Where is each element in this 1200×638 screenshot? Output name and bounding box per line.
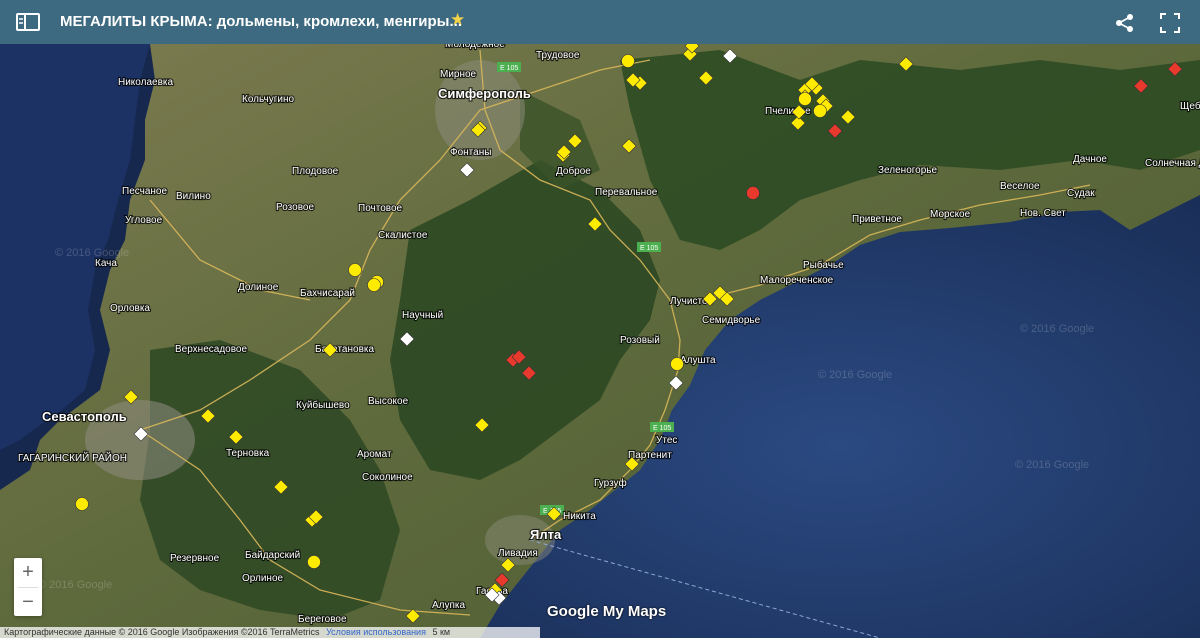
- place-label: Мирное: [440, 69, 477, 80]
- place-label: Розовое: [276, 202, 314, 213]
- marker-yellow-circle[interactable]: [367, 278, 381, 292]
- place-label: Алушта: [680, 355, 716, 366]
- marker-red-circle[interactable]: [746, 186, 760, 200]
- place-label: Соколиное: [362, 472, 413, 483]
- place-label: Терновка: [226, 448, 270, 459]
- share-icon[interactable]: [1114, 12, 1136, 34]
- place-label: Дачное: [1073, 154, 1107, 165]
- place-label: Трудовое: [536, 50, 580, 61]
- place-label: Малореченское: [760, 275, 834, 286]
- marker-yellow-circle[interactable]: [307, 555, 321, 569]
- place-label: Перевальное: [595, 187, 658, 198]
- place-label: Орловка: [110, 303, 150, 314]
- zoom-in-button[interactable]: +: [14, 558, 42, 587]
- marker-yellow-circle[interactable]: [621, 54, 635, 68]
- place-label: Вилино: [176, 191, 211, 202]
- place-label: Фонтаны: [450, 147, 491, 158]
- place-label: Севастополь: [42, 409, 127, 424]
- fullscreen-icon[interactable]: [1159, 12, 1181, 34]
- place-label: Веселое: [1000, 181, 1040, 192]
- watermark: © 2016 Google: [818, 369, 892, 381]
- marker-yellow-circle[interactable]: [798, 92, 812, 106]
- place-label: Почтовое: [358, 203, 403, 214]
- marker-yellow-circle[interactable]: [348, 263, 362, 277]
- place-label: Солнечная Долина: [1145, 158, 1200, 169]
- map-title: МЕГАЛИТЫ КРЫМА: дольмены, кромлехи, менг…: [60, 13, 462, 30]
- app-header: МЕГАЛИТЫ КРЫМА: дольмены, кромлехи, менг…: [0, 0, 1200, 44]
- place-label: Семидворье: [702, 315, 761, 326]
- place-label: Песчаное: [122, 186, 167, 197]
- scale-label: 5 км: [432, 627, 451, 637]
- attribution-bar: Картографические данные © 2016 Google Из…: [0, 627, 540, 638]
- place-label: Плодовое: [292, 166, 339, 177]
- place-label: Резервное: [170, 553, 220, 564]
- place-label: Высокое: [368, 396, 409, 407]
- place-label: Алупка: [432, 600, 466, 611]
- place-label: Симферополь: [438, 86, 531, 101]
- place-label: Николаевка: [118, 77, 174, 88]
- watermark: © 2016 Google: [38, 579, 112, 591]
- place-label: Бахчисарай: [300, 288, 355, 299]
- map-canvas[interactable]: E 105 E 105 E 105 E 105 © 2016 Google © …: [0, 0, 1200, 638]
- place-label: Ялта: [530, 527, 562, 542]
- place-label: Куйбышево: [296, 399, 350, 411]
- place-label: Рыбачье: [803, 259, 844, 271]
- zoom-control: + −: [14, 558, 42, 616]
- place-label: Судак: [1067, 188, 1095, 199]
- zoom-out-button[interactable]: −: [14, 588, 42, 617]
- road-shield-e105: E 105: [500, 65, 518, 72]
- marker-yellow-circle[interactable]: [813, 104, 827, 118]
- place-label: Кача: [95, 258, 117, 269]
- place-label: Доброе: [556, 165, 591, 177]
- place-label: Зеленогорье: [878, 165, 938, 176]
- place-label: Кольчугино: [242, 94, 295, 105]
- marker-yellow-circle[interactable]: [75, 497, 89, 511]
- road-shield-e105: E 105: [640, 245, 658, 252]
- map-panel-icon[interactable]: [16, 11, 40, 33]
- place-label: Нов. Свет: [1020, 208, 1066, 219]
- place-label: Угловое: [125, 215, 163, 226]
- google-my-maps-logo: Google My Maps: [547, 603, 667, 620]
- place-label: Приветное: [852, 214, 902, 225]
- place-label: Научный: [402, 310, 443, 321]
- map-data-attribution: Картографические данные © 2016 Google Из…: [4, 627, 320, 637]
- place-label: Байдарский: [245, 550, 300, 561]
- place-label: Долиное: [238, 282, 279, 293]
- place-label: Гурзуф: [594, 477, 627, 489]
- place-label: Морское: [930, 209, 971, 220]
- watermark: © 2016 Google: [1020, 323, 1094, 335]
- place-label: Орлиное: [242, 573, 284, 584]
- place-label: Утес: [656, 435, 677, 446]
- place-label: Аромат: [357, 449, 392, 460]
- road-shield-e105: E 105: [653, 425, 671, 432]
- place-label: Береговое: [298, 614, 347, 625]
- watermark: © 2016 Google: [1015, 459, 1089, 471]
- place-label: Щебетовка: [1180, 100, 1200, 112]
- watermark: © 2016 Google: [55, 247, 129, 259]
- place-label: Верхнесадовое: [175, 344, 247, 355]
- star-icon[interactable]: ★: [450, 10, 465, 30]
- place-label: ГАГАРИНСКИЙ РАЙОН: [18, 451, 127, 464]
- terms-link[interactable]: Условия использования: [326, 627, 426, 637]
- marker-yellow-circle[interactable]: [670, 357, 684, 371]
- place-label: Розовый: [620, 335, 660, 346]
- place-label: Никита: [563, 511, 596, 522]
- place-label: Ливадия: [498, 548, 538, 559]
- place-label: Скалистое: [378, 230, 428, 241]
